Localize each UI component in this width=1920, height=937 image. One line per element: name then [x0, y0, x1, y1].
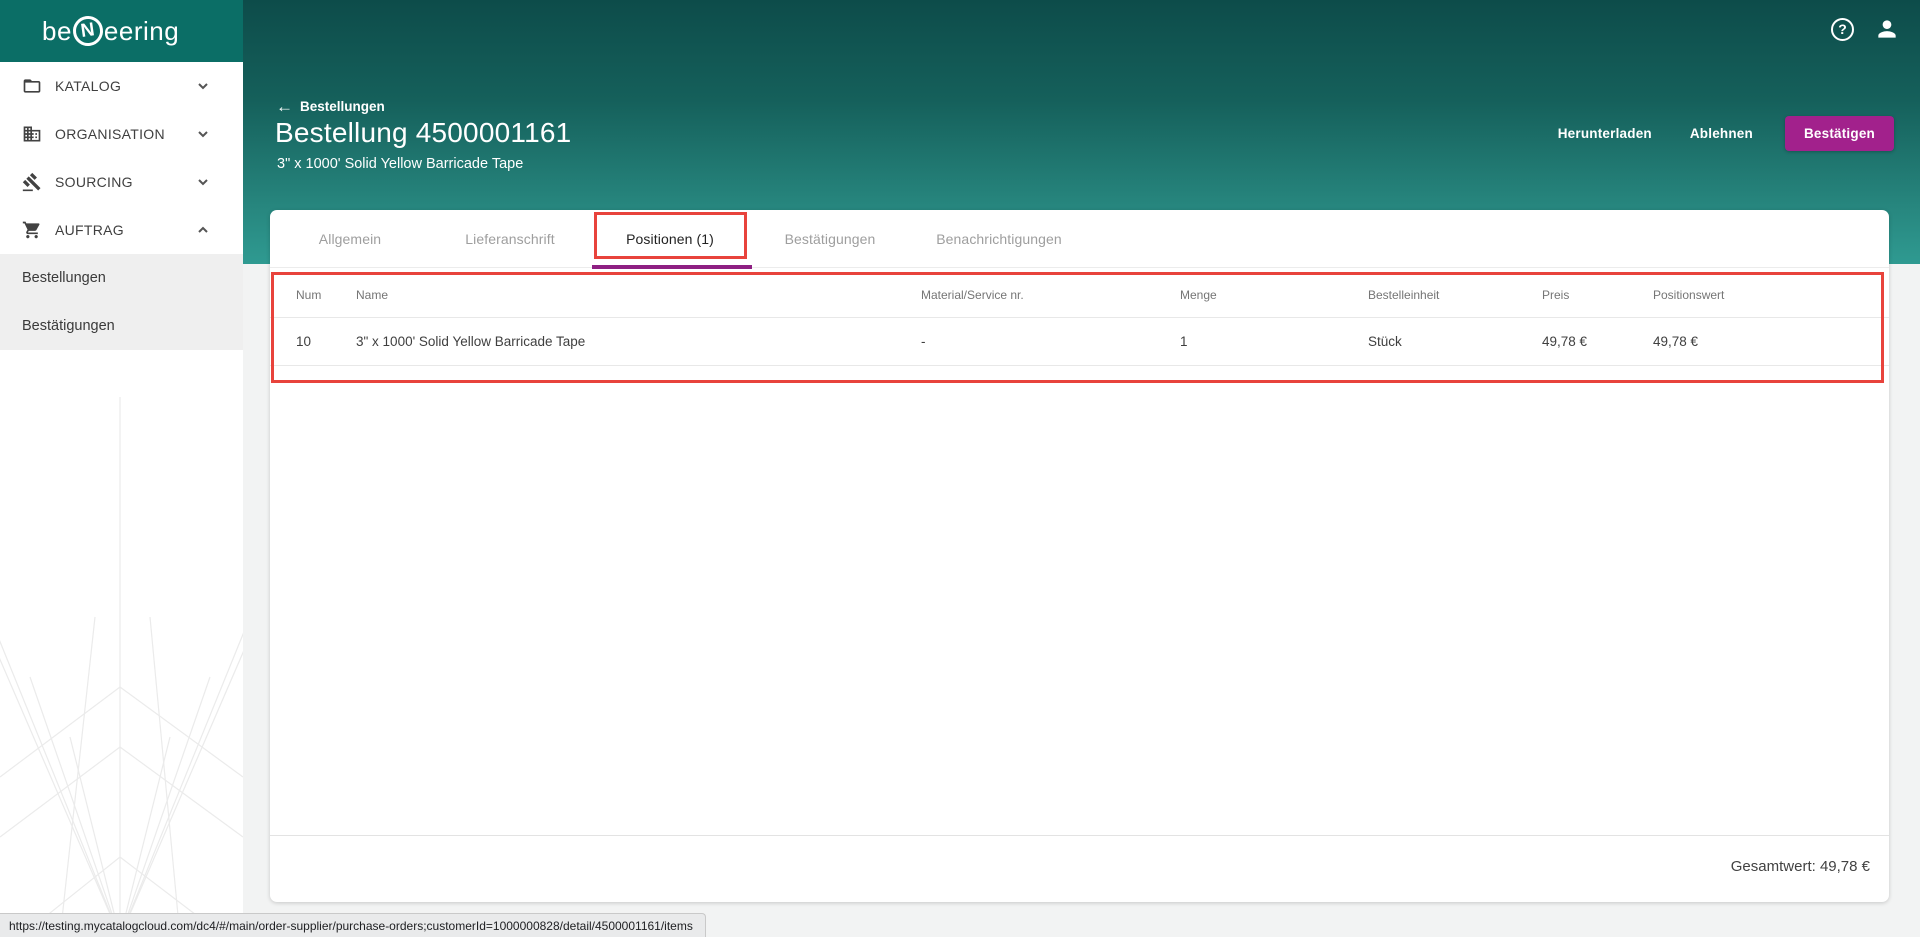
col-header-material: Material/Service nr.	[921, 287, 1024, 302]
sidebar-item-bestellungen[interactable]: Bestellungen	[0, 254, 243, 302]
confirm-button[interactable]: Bestätigen	[1784, 116, 1894, 151]
col-header-name: Name	[356, 287, 389, 302]
help-icon[interactable]: ?	[1831, 17, 1854, 41]
col-header-num: Num	[296, 287, 322, 302]
cell-name: 3" x 1000' Solid Yellow Barricade Tape	[356, 334, 586, 349]
tab-benachrichtigungen[interactable]: Benachrichtigungen	[910, 210, 1088, 267]
app-logo-block: be Neering	[0, 0, 243, 62]
col-header-preis: Preis	[1542, 287, 1570, 302]
topbar-actions: ?	[1831, 16, 1900, 42]
folder-icon	[23, 79, 41, 93]
sidebar-item-label: AUFTRAG	[55, 222, 124, 238]
page-title: Bestellung 4500001161	[275, 117, 572, 148]
back-button[interactable]: ← Bestellungen	[276, 98, 385, 115]
reject-button[interactable]: Ablehnen	[1676, 116, 1767, 151]
cell-num: 10	[296, 334, 312, 349]
sidebar-item-organisation[interactable]: ORGANISATION	[0, 110, 243, 158]
card-footer: Gesamtwert: 49,78 €	[270, 835, 1889, 876]
order-detail-card: Allgemein Lieferanschrift Positionen (1)…	[270, 210, 1889, 902]
sidebar-item-label: SOURCING	[55, 174, 133, 190]
col-header-positionswert: Positionswert	[1653, 287, 1725, 302]
tab-positionen[interactable]: Positionen (1)	[590, 210, 750, 267]
auftrag-submenu: Bestellungen Bestätigungen	[0, 254, 243, 350]
cell-material: -	[921, 334, 926, 349]
back-arrow-icon: ←	[276, 97, 293, 116]
sidebar-item-label: KATALOG	[55, 78, 122, 94]
cell-preis: 49,78 €	[1542, 334, 1588, 349]
logo-n-circle-icon: N	[70, 14, 105, 48]
chevron-down-icon	[198, 131, 208, 138]
total-value: Gesamtwert: 49,78 €	[1730, 858, 1870, 875]
sub-item-label: Bestätigungen	[22, 318, 115, 334]
account-icon[interactable]	[1874, 16, 1900, 42]
sidebar-item-bestaetigungen[interactable]: Bestätigungen	[0, 302, 243, 350]
col-header-bestelleinheit: Bestelleinheit	[1368, 287, 1440, 302]
sidebar-item-sourcing[interactable]: SOURCING	[0, 158, 243, 206]
sidebar-item-katalog[interactable]: KATALOG	[0, 62, 243, 110]
gavel-icon	[22, 172, 41, 192]
tab-allgemein[interactable]: Allgemein	[270, 210, 430, 267]
sidebar-item-auftrag[interactable]: AUFTRAG	[0, 206, 243, 254]
download-button[interactable]: Herunterladen	[1544, 116, 1666, 151]
statusbar-url: https://testing.mycatalogcloud.com/dc4/#…	[0, 913, 706, 937]
sidebar-nav: KATALOG ORGANISATION SOURCING AUFTRAG Be…	[0, 62, 243, 350]
beneering-logo[interactable]: be Neering	[42, 14, 180, 48]
chevron-down-icon	[198, 83, 208, 90]
tab-bestaetigungen[interactable]: Bestätigungen	[750, 210, 910, 267]
chevron-up-icon	[198, 226, 208, 233]
building-icon	[23, 126, 41, 142]
sidebar: KATALOG ORGANISATION SOURCING AUFTRAG Be…	[0, 62, 243, 937]
cell-bestelleinheit: Stück	[1368, 334, 1402, 349]
cell-menge: 1	[1180, 334, 1188, 349]
page-subtitle: 3" x 1000' Solid Yellow Barricade Tape	[277, 156, 524, 172]
table-header-row: Num Name Material/Service nr. Menge Best…	[270, 272, 1889, 318]
sub-item-label: Bestellungen	[22, 270, 106, 286]
chevron-down-icon	[198, 179, 208, 186]
tab-bar: Allgemein Lieferanschrift Positionen (1)…	[270, 210, 1889, 269]
back-label: Bestellungen	[300, 99, 385, 114]
col-header-menge: Menge	[1180, 287, 1217, 302]
cart-icon	[22, 221, 40, 239]
logo-text-post: eering	[103, 15, 180, 46]
architecture-watermark	[0, 397, 243, 937]
tab-lieferanschrift[interactable]: Lieferanschrift	[430, 210, 590, 267]
active-tab-indicator	[592, 265, 752, 269]
sidebar-item-label: ORGANISATION	[55, 126, 165, 142]
logo-text-pre: be	[42, 15, 72, 46]
header-actions: Herunterladen Ablehnen Bestätigen	[1544, 116, 1894, 151]
cell-positionswert: 49,78 €	[1653, 334, 1699, 349]
positions-table: Num Name Material/Service nr. Menge Best…	[270, 272, 1889, 366]
table-row[interactable]: 10 3" x 1000' Solid Yellow Barricade Tap…	[270, 318, 1889, 366]
